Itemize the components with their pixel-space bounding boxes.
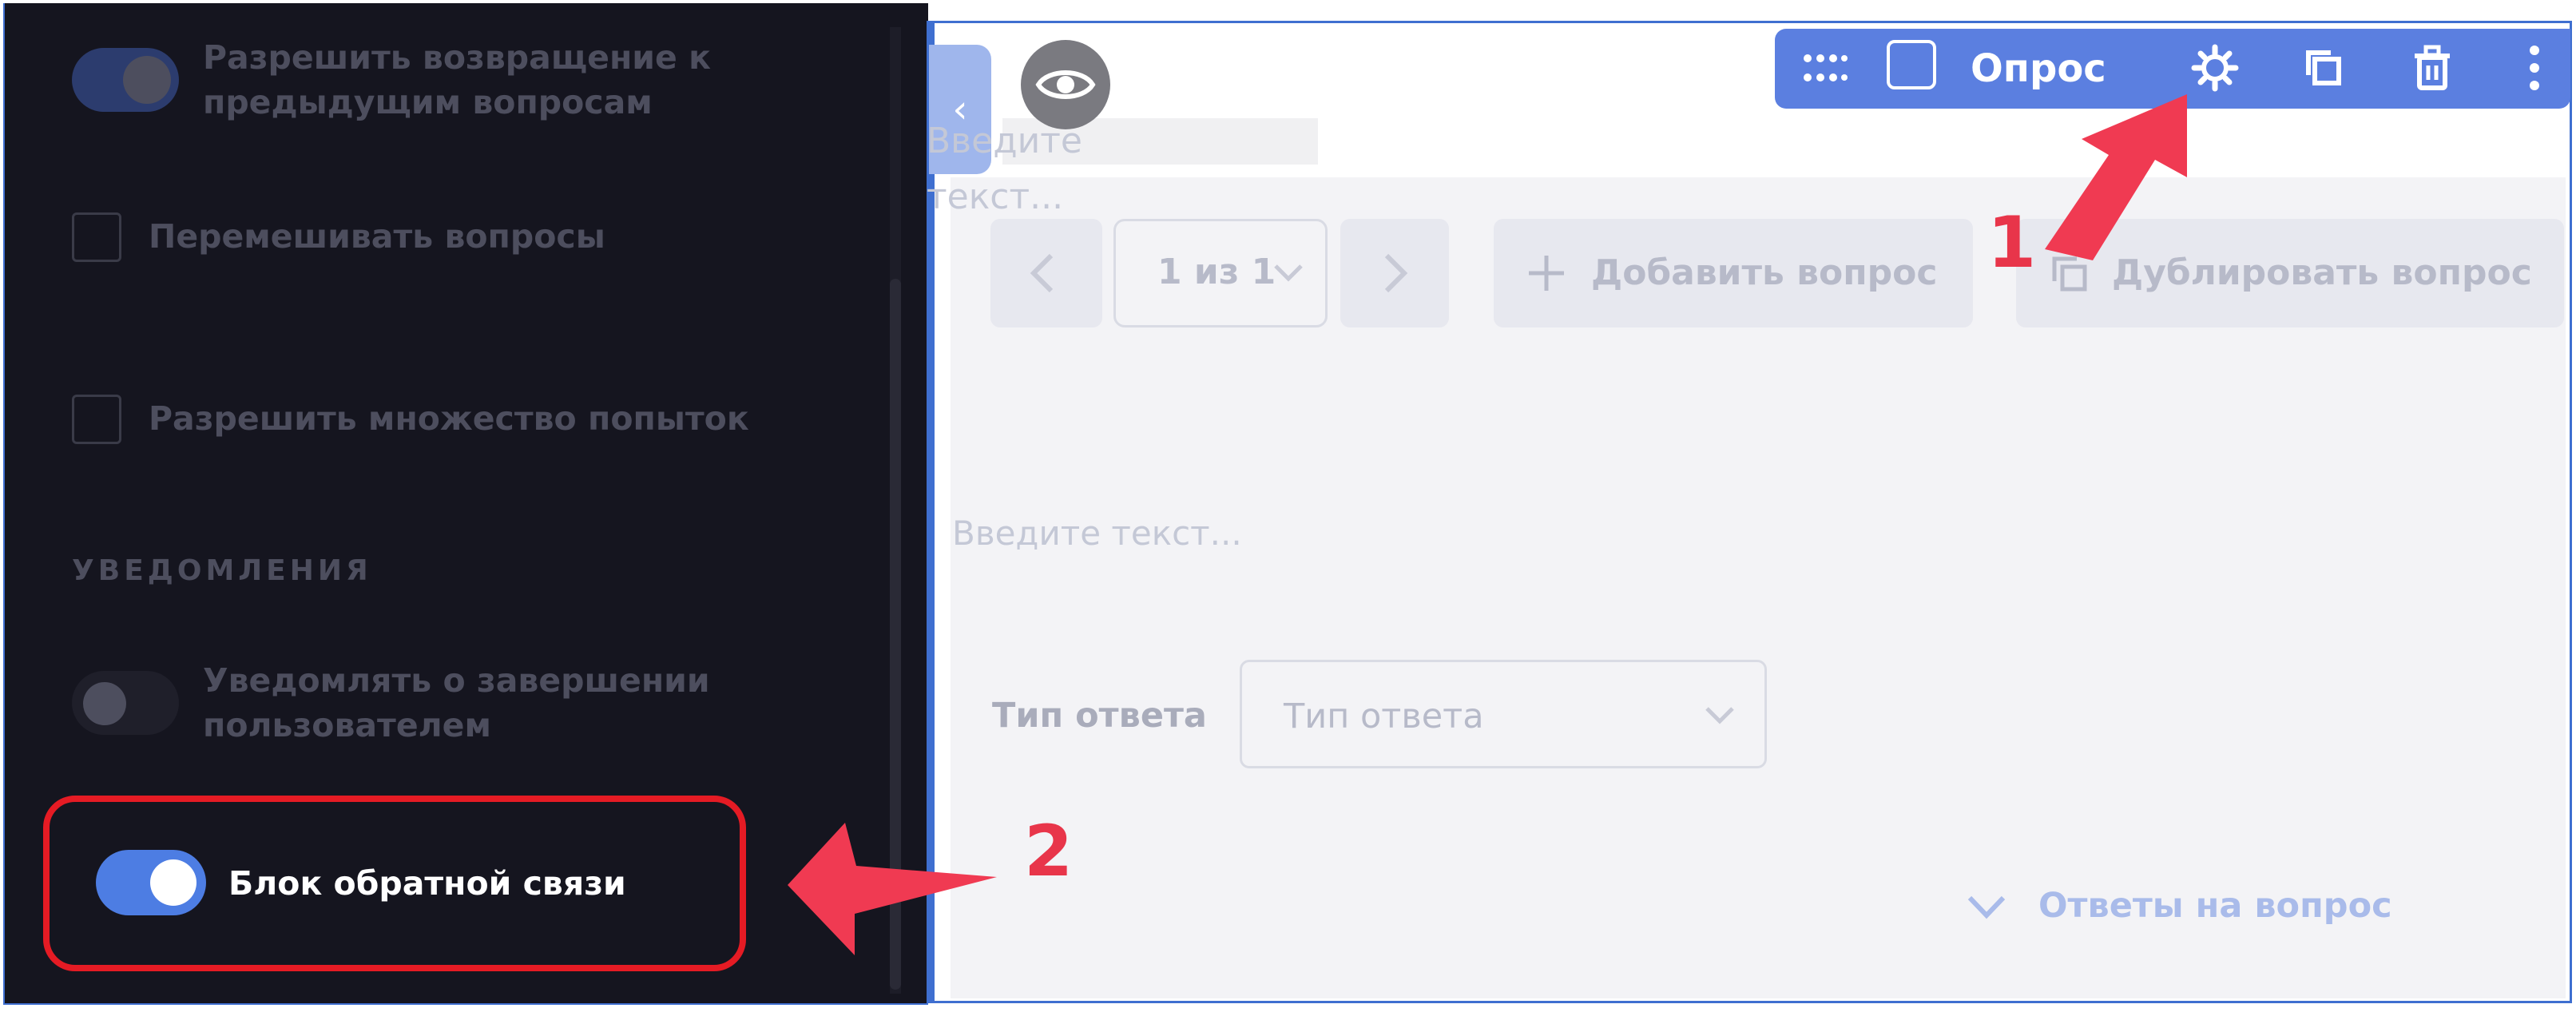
annotation-arrows <box>788 94 2187 955</box>
annotation-arrow-2 <box>788 823 997 955</box>
annotation-arrow-1 <box>2045 94 2187 260</box>
annotation-number-2: 2 <box>1024 810 1074 892</box>
annotation-number-1: 1 <box>1987 201 2037 284</box>
